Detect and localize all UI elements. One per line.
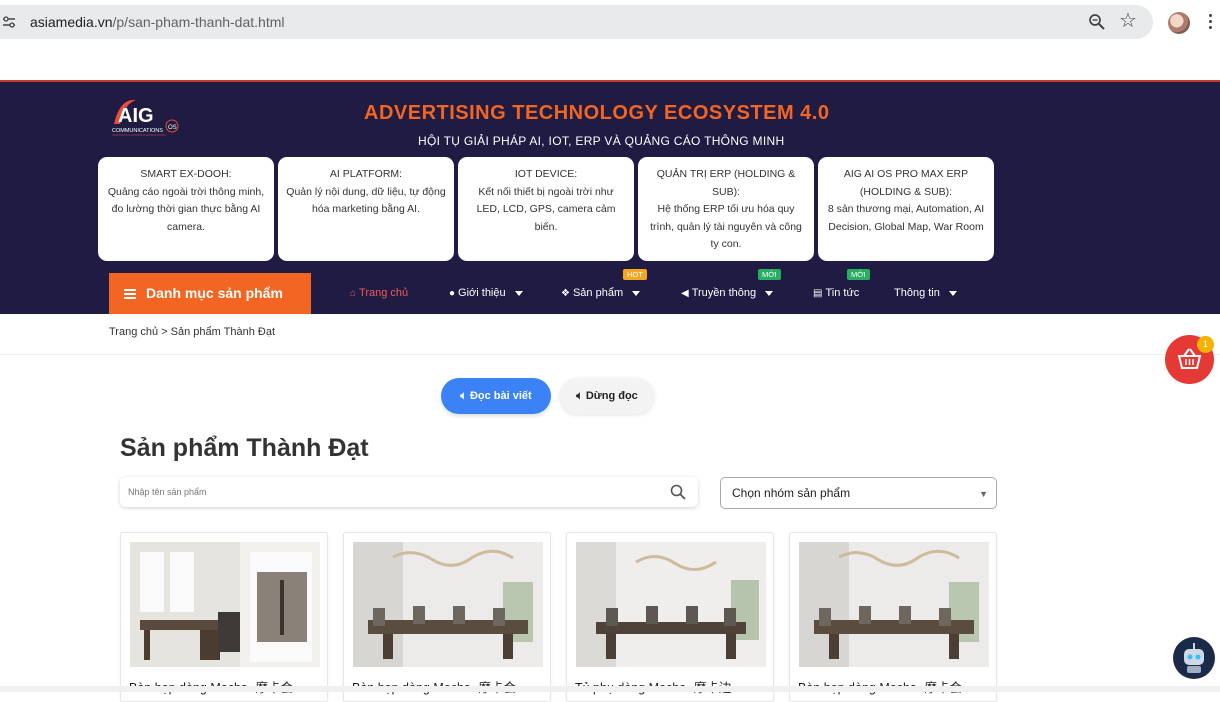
product-image[interactable]: [353, 542, 543, 667]
feature-card-erp[interactable]: QUẢN TRỊ ERP (HOLDING & SUB): Hệ thống E…: [638, 157, 814, 261]
nav-news[interactable]: ▤ Tin tức: [813, 287, 859, 299]
chevron-down-icon: [632, 290, 641, 296]
hero-subtitle: HỘI TỤ GIẢI PHÁP AI, IOT, ERP VÀ QUẢNG C…: [418, 134, 785, 148]
feature-desc: Quảng cáo ngoài trời thông minh, đo lườn…: [107, 185, 265, 233]
nav-info[interactable]: Thông tin: [894, 287, 957, 299]
bookmark-star-icon[interactable]: ☆: [1119, 11, 1137, 31]
product-card[interactable]: Tủ phụ dòng Mocha -摩卡边: [566, 532, 774, 702]
menu-icon: [124, 289, 136, 300]
product-search-input[interactable]: [128, 483, 648, 501]
page-bottom-strip: [0, 686, 1220, 692]
search-icon[interactable]: [670, 484, 686, 500]
feature-title: QUẢN TRỊ ERP (HOLDING & SUB):: [656, 168, 796, 198]
product-category-button[interactable]: Danh mục sản phẩm: [109, 273, 311, 314]
product-image[interactable]: [576, 542, 766, 667]
product-search-box[interactable]: [120, 477, 698, 507]
cart-count-badge: 1: [1197, 336, 1214, 353]
aig-logo[interactable]: AIG OS COMMUNICATIONS: [110, 94, 180, 140]
nav-label: Trang chủ: [359, 287, 409, 299]
address-bar[interactable]: asiamedia.vn/p/san-pham-thanh-dat.html ☆: [0, 5, 1153, 39]
feature-card-ai-platform[interactable]: AI PLATFORM: Quản lý nội dung, dữ liệu, …: [278, 157, 454, 261]
site-header: AIG OS COMMUNICATIONS ADVERTISING TECHNO…: [0, 80, 1220, 314]
divider: [0, 354, 1220, 355]
new-badge: MỚI: [847, 269, 870, 280]
group-select-value: Chọn nhóm sản phẩm: [732, 486, 851, 500]
logo-text: AIG: [118, 105, 154, 127]
stop-reading-button[interactable]: 🔈︎ Dừng đọc: [560, 378, 654, 414]
chevron-down-icon: [765, 290, 774, 296]
profile-avatar[interactable]: [1168, 12, 1190, 34]
mute-icon: 🔈︎: [576, 390, 586, 402]
product-group-select[interactable]: Chọn nhóm sản phẩm ▼: [720, 477, 997, 509]
stop-label: Dừng đọc: [585, 390, 638, 402]
url-text: asiamedia.vn/p/san-pham-thanh-dat.html: [30, 14, 284, 30]
feature-card-smart-dooh[interactable]: SMART EX-DOOH: Quảng cáo ngoài trời thôn…: [98, 157, 274, 261]
product-card[interactable]: Bàn họp dòng Mocha -摩卡会: [343, 532, 551, 702]
breadcrumb[interactable]: Trang chủ > Sản phẩm Thành Đạt: [109, 326, 275, 338]
chevron-down-icon: ▼: [979, 489, 988, 499]
svg-text:OS: OS: [168, 125, 177, 131]
chevron-down-icon: [948, 290, 957, 296]
feature-desc: 8 sản thương mại, Automation, AI Decisio…: [827, 203, 985, 233]
url-host: asiamedia.vn: [30, 14, 113, 30]
logo-caption: COMMUNICATIONS: [112, 128, 163, 134]
feature-desc: Kết nối thiết bị ngoài trời như LED, LCD…: [476, 185, 616, 233]
feature-card-iot-device[interactable]: IOT DEVICE: Kết nối thiết bị ngoài trời …: [458, 157, 634, 261]
feature-desc: Quản lý nội dung, dữ liệu, tự động hóa m…: [286, 185, 446, 216]
nav-about[interactable]: ● Giới thiệu: [449, 287, 523, 299]
user-icon: ●: [449, 288, 456, 299]
chatbot-button[interactable]: [1173, 637, 1215, 679]
category-button-label: Danh mục sản phẩm: [146, 285, 283, 301]
zoom-icon[interactable]: [1088, 13, 1106, 31]
nav-products[interactable]: ❖ Sản phẩm: [561, 287, 641, 299]
url-path: /p/san-pham-thanh-dat.html: [112, 14, 285, 30]
speaker-icon: 🔈︎: [460, 390, 470, 402]
browser-toolbar: asiamedia.vn/p/san-pham-thanh-dat.html ☆: [0, 0, 1220, 46]
nav-media[interactable]: ◀ Truyền thông: [681, 287, 774, 299]
newspaper-icon: ▤: [813, 288, 823, 299]
nav-label: Thông tin: [894, 287, 940, 299]
feature-title: SMART EX-DOOH:: [140, 168, 232, 180]
product-image[interactable]: [799, 542, 989, 667]
page-title: Sản phẩm Thành Đạt: [120, 434, 369, 462]
nav-home[interactable]: ⌂ Trang chủ: [350, 287, 408, 299]
home-icon: ⌂: [350, 288, 357, 299]
robot-icon: [1184, 643, 1204, 673]
product-image[interactable]: [130, 542, 320, 667]
nav-label: Truyền thông: [691, 287, 757, 299]
feature-title: AI PLATFORM:: [329, 168, 403, 180]
hot-badge: HOT: [623, 269, 647, 280]
product-card[interactable]: Bàn họp dòng Mocha -摩卡会: [789, 532, 997, 702]
new-badge: MỚI: [758, 269, 781, 280]
feature-title: AIG AI OS PRO MAX ERP (HOLDING & SUB):: [843, 168, 969, 198]
product-card[interactable]: Bàn họp dòng Mocha -摩卡会: [120, 532, 328, 702]
feature-card-aig-os[interactable]: AIG AI OS PRO MAX ERP (HOLDING & SUB): 8…: [818, 157, 994, 261]
nav-label: Sản phẩm: [572, 287, 624, 299]
site-settings-icon[interactable]: [2, 15, 16, 29]
read-label: Đọc bài viết: [469, 390, 532, 402]
chevron-down-icon: [514, 290, 523, 296]
feature-title: IOT DEVICE:: [514, 168, 578, 180]
browser-menu-icon[interactable]: [1209, 14, 1213, 30]
nav-label: Tin tức: [825, 287, 860, 299]
cubes-icon: ❖: [561, 288, 570, 299]
feature-desc: Hệ thống ERP tối ưu hóa quy trình, quản …: [650, 203, 802, 250]
hero-title: ADVERTISING TECHNOLOGY ECOSYSTEM 4.0: [364, 102, 830, 124]
read-article-button[interactable]: 🔈︎ Đọc bài viết: [441, 378, 551, 414]
megaphone-icon: ◀: [681, 288, 689, 299]
nav-label: Giới thiệu: [458, 287, 506, 299]
